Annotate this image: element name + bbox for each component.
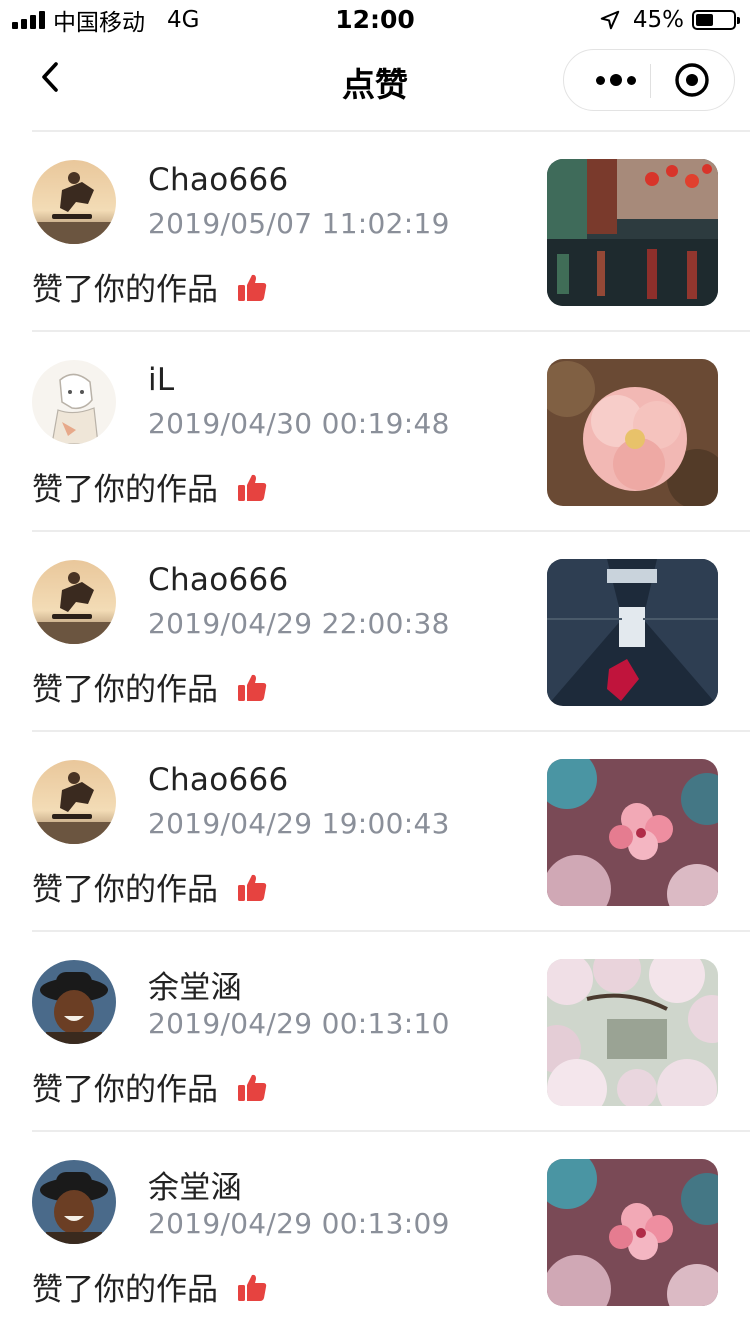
avatar[interactable]: [32, 160, 116, 244]
like-time: 2019/05/07 11:02:19: [148, 207, 450, 240]
liked-photo-thumbnail[interactable]: [547, 1159, 718, 1306]
like-action: 赞了你的作品: [32, 264, 268, 309]
username[interactable]: 余堂涵: [148, 962, 242, 1007]
status-right: 45%: [599, 6, 740, 34]
like-item[interactable]: iL 2019/04/30 00:19:48 赞了你的作品: [0, 332, 750, 532]
location-arrow-icon: [600, 10, 620, 30]
miniprogram-capsule: [563, 49, 735, 111]
like-item[interactable]: Chao666 2019/04/29 19:00:43 赞了你的作品: [0, 732, 750, 932]
status-bar: 中国移动 4G 12:00 45%: [0, 0, 750, 40]
capsule-divider: [650, 64, 651, 98]
liked-photo-thumbnail[interactable]: [547, 359, 718, 506]
navigation-bar: 点赞: [0, 40, 750, 130]
battery-icon: [692, 10, 740, 30]
thumbs-up-icon: [238, 874, 267, 901]
like-action: 赞了你的作品: [32, 1064, 268, 1109]
like-item[interactable]: 余堂涵 2019/04/29 00:13:09 赞了你的作品: [0, 1132, 750, 1332]
like-time: 2019/04/30 00:19:48: [148, 407, 450, 440]
action-text: 赞了你的作品: [32, 1072, 218, 1108]
avatar[interactable]: [32, 760, 116, 844]
username[interactable]: Chao666: [148, 162, 289, 198]
liked-photo-thumbnail[interactable]: [547, 159, 718, 306]
thumbs-up-icon: [238, 674, 267, 701]
battery-percent: 45%: [632, 7, 684, 33]
action-text: 赞了你的作品: [32, 872, 218, 908]
username[interactable]: 余堂涵: [148, 1162, 242, 1207]
like-item[interactable]: Chao666 2019/05/07 11:02:19 赞了你的作品: [0, 132, 750, 332]
like-action: 赞了你的作品: [32, 464, 268, 509]
action-text: 赞了你的作品: [32, 272, 218, 308]
avatar[interactable]: [32, 1160, 116, 1244]
action-text: 赞了你的作品: [32, 472, 218, 508]
thumbs-up-icon: [238, 274, 267, 301]
liked-photo-thumbnail[interactable]: [547, 559, 718, 706]
likes-list: Chao666 2019/05/07 11:02:19 赞了你的作品 iL 20…: [0, 132, 750, 1332]
like-time: 2019/04/29 19:00:43: [148, 807, 450, 840]
more-dots-icon[interactable]: [586, 50, 646, 110]
avatar[interactable]: [32, 960, 116, 1044]
like-time: 2019/04/29 22:00:38: [148, 607, 450, 640]
action-text: 赞了你的作品: [32, 672, 218, 708]
like-action: 赞了你的作品: [32, 864, 268, 909]
like-time: 2019/04/29 00:13:09: [148, 1207, 450, 1240]
avatar[interactable]: [32, 560, 116, 644]
like-action: 赞了你的作品: [32, 1264, 268, 1309]
username[interactable]: Chao666: [148, 562, 289, 598]
like-time: 2019/04/29 00:13:10: [148, 1007, 450, 1040]
avatar[interactable]: [32, 360, 116, 444]
liked-photo-thumbnail[interactable]: [547, 759, 718, 906]
close-target-icon[interactable]: [674, 62, 710, 98]
liked-photo-thumbnail[interactable]: [547, 959, 718, 1106]
thumbs-up-icon: [238, 1074, 267, 1101]
username[interactable]: iL: [148, 362, 174, 398]
like-item[interactable]: Chao666 2019/04/29 22:00:38 赞了你的作品: [0, 532, 750, 732]
like-action: 赞了你的作品: [32, 664, 268, 709]
thumbs-up-icon: [238, 1274, 267, 1301]
username[interactable]: Chao666: [148, 762, 289, 798]
thumbs-up-icon: [238, 474, 267, 501]
like-item[interactable]: 余堂涵 2019/04/29 00:13:10 赞了你的作品: [0, 932, 750, 1132]
action-text: 赞了你的作品: [32, 1272, 218, 1308]
